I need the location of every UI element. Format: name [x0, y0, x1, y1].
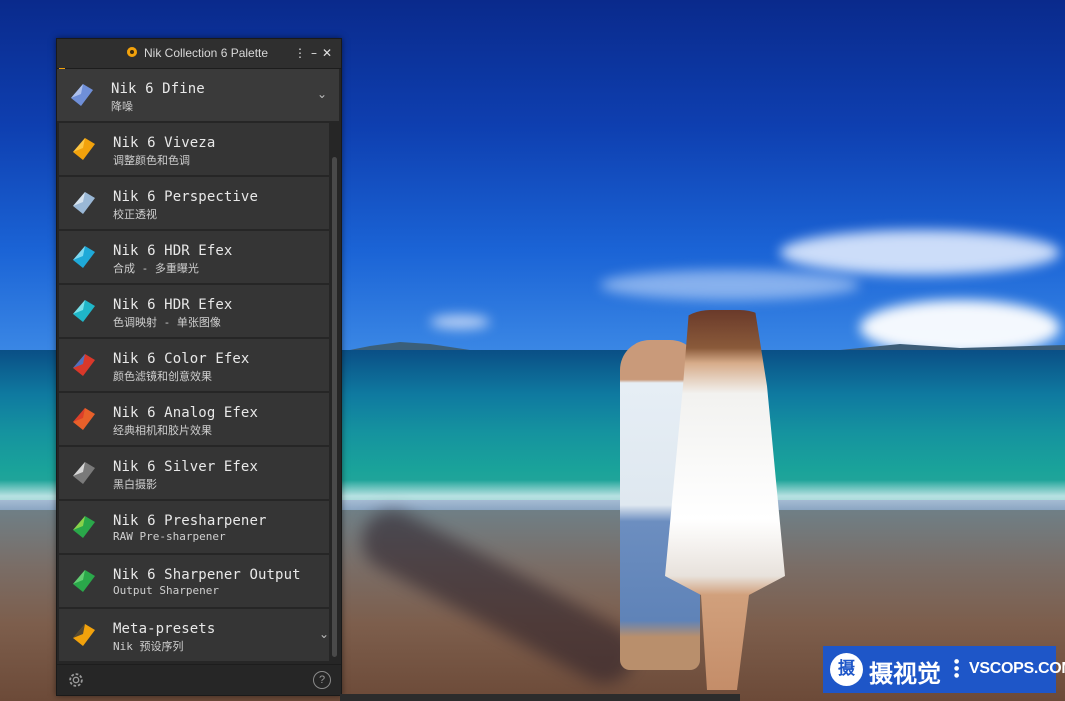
plugin-item[interactable]: Nik 6 Silver Efex 黑白摄影: [59, 447, 329, 501]
plugin-subtitle: 经典相机和胶片效果: [113, 424, 212, 437]
plugin-name: Nik 6 Viveza: [113, 135, 216, 151]
dfine-icon: [71, 84, 93, 106]
cloud: [430, 315, 490, 329]
silver-efex-icon: [73, 462, 95, 484]
plugin-subtitle: Nik 预设序列: [113, 640, 184, 653]
menu-button[interactable]: ⋮: [294, 45, 306, 61]
watermark-dots: ● ● ●: [954, 658, 960, 679]
plugin-subtitle: 黑白摄影: [113, 478, 157, 491]
analog-efex-icon: [73, 408, 95, 430]
plugin-subtitle: 校正透视: [113, 208, 157, 221]
plugin-item[interactable]: Nik 6 Dfine 降噪 ⌄: [57, 69, 339, 123]
plugin-name: Nik 6 Silver Efex: [113, 459, 258, 475]
nik-logo-icon: [127, 47, 137, 57]
plugin-subtitle: 降噪: [111, 100, 133, 113]
minimize-button[interactable]: –: [308, 45, 320, 61]
plugin-subtitle: RAW Pre-sharpener: [113, 530, 226, 543]
plugin-name: Nik 6 HDR Efex: [113, 297, 233, 313]
chevron-down-icon[interactable]: ⌄: [317, 627, 331, 641]
plugin-item[interactable]: Nik 6 Viveza 调整颜色和色调: [59, 123, 329, 177]
cloud: [600, 270, 860, 300]
plugin-name: Nik 6 Analog Efex: [113, 405, 258, 421]
presharpener-icon: [73, 516, 95, 538]
plugin-list: Nik 6 Dfine 降噪 ⌄ Nik 6 Viveza 调整颜色和色调 Nik 6 P…: [57, 69, 341, 665]
cloud: [780, 230, 1060, 275]
viveza-icon: [73, 138, 95, 160]
watermark-logo: 摄: [830, 653, 863, 686]
plugin-name: Nik 6 Perspective: [113, 189, 258, 205]
palette-titlebar[interactable]: Nik Collection 6 Palette ⋮ – ✕: [57, 39, 341, 69]
plugin-name: Nik 6 Sharpener Output: [113, 567, 301, 583]
plugin-item[interactable]: Meta-presets Nik 预设序列 ⌄: [59, 609, 329, 663]
watermark-badge: 摄 摄视觉 ● ● ● VSCOPS.COM: [823, 646, 1065, 693]
hdr-efex-tonemap-icon: [73, 300, 95, 322]
plugin-name: Nik 6 Dfine: [111, 81, 205, 97]
nik-palette-window: Nik Collection 6 Palette ⋮ – ✕ Nik 6 Dfi…: [56, 38, 342, 696]
plugin-item[interactable]: Nik 6 Perspective 校正透视: [59, 177, 329, 231]
chevron-down-icon[interactable]: ⌄: [315, 87, 329, 101]
plugin-subtitle: Output Sharpener: [113, 584, 219, 597]
close-button[interactable]: ✕: [321, 45, 333, 61]
help-icon[interactable]: ?: [313, 671, 331, 689]
plugin-subtitle: 颜色滤镜和创意效果: [113, 370, 212, 383]
plugin-subtitle: 色调映射 - 单张图像: [113, 316, 221, 329]
plugin-item[interactable]: Nik 6 Analog Efex 经典相机和胶片效果: [59, 393, 329, 447]
plugin-item[interactable]: Nik 6 Sharpener Output Output Sharpener: [59, 555, 329, 609]
plugin-name: Nik 6 Color Efex: [113, 351, 250, 367]
watermark-english-text: VSCOPS.COM: [969, 660, 1065, 677]
palette-footer: ?: [57, 664, 341, 695]
sharpener-output-icon: [73, 570, 95, 592]
palette-title: Nik Collection 6 Palette: [144, 46, 269, 60]
plugin-name: Nik 6 HDR Efex: [113, 243, 233, 259]
gear-icon[interactable]: [67, 671, 85, 689]
color-efex-icon: [73, 354, 95, 376]
plugin-item[interactable]: Nik 6 HDR Efex 合成 - 多重曝光: [59, 231, 329, 285]
watermark-chinese-text: 摄视觉: [869, 660, 941, 688]
meta-presets-icon: [73, 624, 95, 646]
plugin-item[interactable]: Nik 6 HDR Efex 色调映射 - 单张图像: [59, 285, 329, 339]
plugin-item[interactable]: Nik 6 Presharpener RAW Pre-sharpener: [59, 501, 329, 555]
host-app-bottom-bar: [340, 694, 740, 701]
hdr-efex-merge-icon: [73, 246, 95, 268]
plugin-name: Meta-presets: [113, 621, 216, 637]
plugin-item[interactable]: Nik 6 Color Efex 颜色滤镜和创意效果: [59, 339, 329, 393]
plugin-name: Nik 6 Presharpener: [113, 513, 267, 529]
scrollbar-thumb[interactable]: [332, 157, 337, 657]
perspective-icon: [73, 192, 95, 214]
plugin-subtitle: 合成 - 多重曝光: [113, 262, 199, 275]
plugin-subtitle: 调整颜色和色调: [113, 154, 190, 167]
